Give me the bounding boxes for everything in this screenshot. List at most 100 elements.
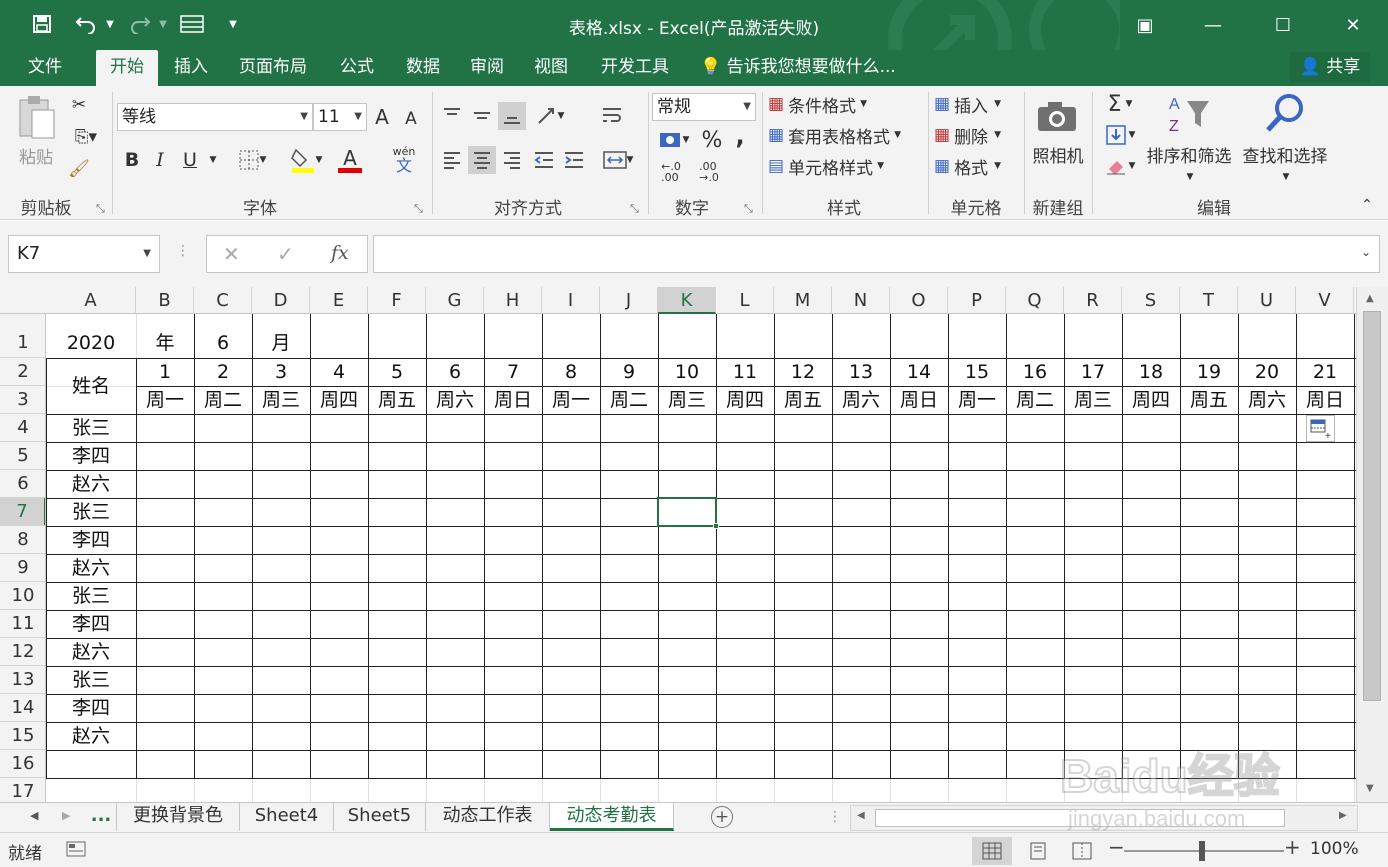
enter-icon[interactable]: ✓ xyxy=(277,242,294,266)
weekday-cell[interactable]: 周三 xyxy=(658,386,716,414)
row-header-5[interactable]: 5 xyxy=(0,442,45,470)
cell-row1-month_unit[interactable]: 月 xyxy=(252,328,310,358)
tab-split-grip-icon[interactable]: ⋮ xyxy=(828,809,842,825)
weekday-cell[interactable]: 周五 xyxy=(774,386,832,414)
shrink-font-icon[interactable]: A xyxy=(400,106,422,132)
cell-row1-year[interactable]: 2020 xyxy=(46,328,136,358)
cancel-icon[interactable]: ✕ xyxy=(223,242,240,266)
conditional-formatting-button[interactable]: ▦ 条件格式 ▼ xyxy=(768,90,918,118)
scroll-left-icon[interactable]: ◀ xyxy=(857,810,865,821)
find-select-label[interactable]: 查找和选择 xyxy=(1236,140,1334,168)
row-header-6[interactable]: 6 xyxy=(0,470,45,498)
row-header-16[interactable]: 16 xyxy=(0,750,45,778)
tab-review[interactable]: 审阅 xyxy=(456,50,518,86)
row-header-9[interactable]: 9 xyxy=(0,554,45,582)
scroll-up-icon[interactable]: ▲ xyxy=(1366,293,1374,304)
column-header-T[interactable]: T xyxy=(1180,287,1238,314)
row-header-10[interactable]: 10 xyxy=(0,582,45,610)
column-header-S[interactable]: S xyxy=(1122,287,1180,314)
minimize-button[interactable]: — xyxy=(1190,0,1236,50)
tab-page-layout[interactable]: 页面布局 xyxy=(228,50,318,86)
alignment-launcher-icon[interactable]: ⤡ xyxy=(630,202,639,216)
column-header-O[interactable]: O xyxy=(890,287,948,314)
bold-button[interactable]: B xyxy=(120,146,144,174)
maximize-button[interactable]: ☐ xyxy=(1260,0,1306,50)
macro-record-icon[interactable] xyxy=(66,841,86,861)
chevron-down-icon[interactable]: ▼ xyxy=(1278,170,1294,184)
tab-insert[interactable]: 插入 xyxy=(160,50,222,86)
more-sheets-button[interactable]: ... xyxy=(86,803,116,831)
quick-analysis-icon[interactable]: + xyxy=(1306,415,1335,442)
comma-style-icon[interactable]: , xyxy=(728,122,752,150)
row-header-14[interactable]: 14 xyxy=(0,694,45,722)
column-header-H[interactable]: H xyxy=(484,287,542,314)
name-header-cell[interactable]: 姓名 xyxy=(46,358,136,414)
format-cells-button[interactable]: ▦ 格式 ▼ xyxy=(934,152,1020,180)
format-as-table-button[interactable]: ▦ 套用表格格式 ▼ xyxy=(768,121,928,149)
row-header-1[interactable]: 1 xyxy=(0,314,45,358)
align-middle-icon[interactable] xyxy=(468,102,496,130)
borders-icon[interactable]: ▼ xyxy=(232,146,272,174)
delete-cells-button[interactable]: ▦ 删除 ▼ xyxy=(934,121,1020,149)
weekday-cell[interactable]: 周六 xyxy=(426,386,484,414)
column-header-Q[interactable]: Q xyxy=(1006,287,1064,314)
clipboard-launcher-icon[interactable]: ⤡ xyxy=(96,202,105,216)
sheet-tab[interactable]: Sheet5 xyxy=(334,803,426,831)
fill-color-icon[interactable]: ▼ xyxy=(286,144,326,176)
underline-button[interactable]: U xyxy=(178,146,202,174)
copy-icon[interactable]: ⎘▾ xyxy=(66,124,106,150)
day-number-cell[interactable]: 8 xyxy=(542,358,600,386)
wrap-text-icon[interactable] xyxy=(598,102,626,130)
tell-me-box[interactable]: 💡 告诉我您想要做什么... xyxy=(700,50,896,86)
font-color-button[interactable]: A xyxy=(330,144,370,176)
column-header-P[interactable]: P xyxy=(948,287,1006,314)
italic-button[interactable]: I xyxy=(148,146,172,174)
paste-icon[interactable] xyxy=(10,92,62,144)
employee-name-cell[interactable]: 张三 xyxy=(46,582,136,610)
day-number-cell[interactable]: 18 xyxy=(1122,358,1180,386)
increase-indent-icon[interactable] xyxy=(560,146,588,174)
column-header-M[interactable]: M xyxy=(774,287,832,314)
column-header-R[interactable]: R xyxy=(1064,287,1122,314)
day-number-cell[interactable]: 7 xyxy=(484,358,542,386)
day-number-cell[interactable]: 5 xyxy=(368,358,426,386)
day-number-cell[interactable]: 16 xyxy=(1006,358,1064,386)
camera-label[interactable]: 照相机 xyxy=(1028,140,1088,168)
number-launcher-icon[interactable]: ⤡ xyxy=(744,202,753,216)
insert-cells-button[interactable]: ▦ 插入 ▼ xyxy=(934,90,1020,118)
day-number-cell[interactable]: 19 xyxy=(1180,358,1238,386)
row-header-7[interactable]: 7 xyxy=(0,498,45,526)
weekday-cell[interactable]: 周日 xyxy=(484,386,542,414)
day-number-cell[interactable]: 17 xyxy=(1064,358,1122,386)
employee-name-cell[interactable]: 赵六 xyxy=(46,470,136,498)
ribbon-display-options-button[interactable]: ▣ xyxy=(1122,0,1168,50)
cell-row1-year_unit[interactable]: 年 xyxy=(136,328,194,358)
fill-icon[interactable]: ▼ xyxy=(1098,121,1142,149)
day-number-cell[interactable]: 20 xyxy=(1238,358,1296,386)
cell-grid[interactable]: 2020 年 6 月姓名 1 2 3 4 5 6 7 8 9 10 11 12 13 14 15 16 17 18 19 20… xyxy=(46,314,1356,802)
column-header-I[interactable]: I xyxy=(542,287,600,314)
employee-name-cell[interactable]: 赵六 xyxy=(46,638,136,666)
weekday-cell[interactable]: 周四 xyxy=(1122,386,1180,414)
weekday-cell[interactable]: 周日 xyxy=(1296,386,1354,414)
day-number-cell[interactable]: 1 xyxy=(136,358,194,386)
tab-developer[interactable]: 开发工具 xyxy=(590,50,680,86)
day-number-cell[interactable]: 2 xyxy=(194,358,252,386)
name-box[interactable]: K7 ▼ xyxy=(8,235,160,273)
row-header-11[interactable]: 11 xyxy=(0,610,45,638)
sheet-tab[interactable]: 动态工作表 xyxy=(426,803,550,831)
align-right-icon[interactable] xyxy=(498,146,526,174)
weekday-cell[interactable]: 周四 xyxy=(310,386,368,414)
row-header-8[interactable]: 8 xyxy=(0,526,45,554)
weekday-cell[interactable]: 周六 xyxy=(1238,386,1296,414)
column-header-F[interactable]: F xyxy=(368,287,426,314)
number-format-combo[interactable]: 常规 ▼ xyxy=(652,93,756,121)
grow-font-icon[interactable]: A xyxy=(370,103,394,131)
weekday-cell[interactable]: 周四 xyxy=(716,386,774,414)
column-header-K[interactable]: K xyxy=(658,287,716,314)
column-header-D[interactable]: D xyxy=(252,287,310,314)
employee-name-cell[interactable]: 张三 xyxy=(46,498,136,526)
chevron-down-icon[interactable]: ▼ xyxy=(143,236,151,272)
paste-label[interactable]: 粘贴 xyxy=(8,142,64,168)
tab-file[interactable]: 文件 xyxy=(14,50,76,86)
